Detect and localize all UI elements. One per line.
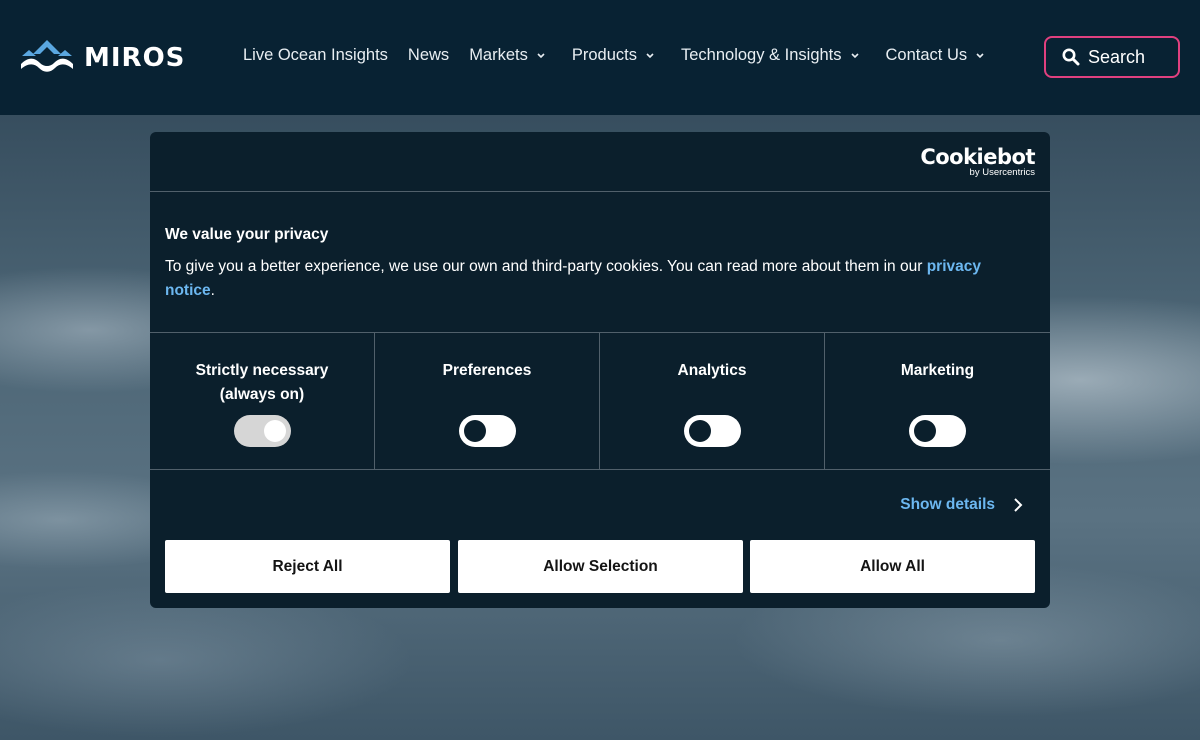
logo-text: MIROS	[84, 43, 186, 73]
toggle-knob	[264, 420, 286, 442]
chevron-right-icon	[1014, 498, 1023, 512]
chevron-down-icon	[537, 52, 545, 58]
category-analytics: Analytics	[600, 333, 825, 469]
nav-item-label: Contact Us	[885, 46, 968, 64]
toggle-knob	[914, 420, 936, 442]
category-marketing: Marketing	[825, 333, 1050, 469]
toggle-analytics[interactable]	[684, 415, 741, 447]
nav-item-label: Products	[571, 46, 637, 64]
category-preferences: Preferences	[375, 333, 600, 469]
nav-item-live-ocean-insights[interactable]: Live Ocean Insights	[243, 46, 388, 65]
cookie-categories: Strictly necessary (always on) Preferenc…	[150, 333, 1050, 470]
site-header: MIROS Live Ocean Insights News Markets P…	[0, 0, 1200, 115]
chevron-down-icon	[646, 52, 654, 58]
nav-item-label: Technology & Insights	[681, 46, 842, 64]
category-label: Marketing	[900, 362, 975, 379]
search-label: Search	[1088, 46, 1146, 67]
category-sublabel: (always on)	[219, 386, 305, 403]
nav-item-label: Live Ocean Insights	[243, 46, 388, 64]
show-details-link[interactable]: Show details	[900, 496, 1023, 514]
allow-selection-button[interactable]: Allow Selection	[458, 540, 743, 593]
toggle-preferences[interactable]	[459, 415, 516, 447]
cookie-consent-dialog: Cookiebot by Usercentrics We value your …	[150, 132, 1050, 608]
search-button[interactable]: Search	[1044, 36, 1180, 78]
dialog-description: To give you a better experience, we use …	[165, 255, 1035, 303]
toggle-knob	[464, 420, 486, 442]
cookiebot-brand: Cookiebot	[920, 145, 1035, 169]
toggle-marketing[interactable]	[909, 415, 966, 447]
details-row: Show details	[150, 469, 1050, 539]
category-label: Preferences	[442, 362, 532, 379]
show-details-label: Show details	[900, 496, 995, 513]
chevron-down-icon	[850, 52, 859, 58]
cookiebot-byline: by Usercentrics	[969, 167, 1035, 178]
dialog-title: We value your privacy	[165, 226, 329, 243]
toggle-knob	[689, 420, 711, 442]
description-text: To give you a better experience, we use …	[165, 258, 927, 275]
miros-logo-icon	[21, 40, 73, 72]
nav-item-contact-us[interactable]: Contact Us	[886, 46, 986, 65]
dialog-body: We value your privacy To give you a bett…	[150, 192, 1050, 333]
description-end: .	[210, 282, 215, 299]
cookiebot-logo: Cookiebot by Usercentrics	[920, 146, 1035, 178]
chevron-down-icon	[976, 52, 984, 58]
main-nav: Live Ocean Insights News Markets Product…	[243, 46, 985, 65]
nav-item-technology-insights[interactable]: Technology & Insights	[681, 46, 860, 65]
nav-item-label: News	[407, 46, 450, 64]
reject-all-button[interactable]: Reject All	[165, 540, 450, 593]
dialog-header: Cookiebot by Usercentrics	[150, 132, 1050, 192]
category-label: Strictly necessary	[195, 362, 329, 379]
nav-item-markets[interactable]: Markets	[469, 46, 546, 65]
toggle-strictly-necessary	[234, 415, 291, 447]
nav-item-news[interactable]: News	[408, 46, 449, 65]
category-label: Analytics	[677, 362, 747, 379]
nav-item-products[interactable]: Products	[572, 46, 655, 65]
search-icon	[1062, 48, 1080, 66]
category-strictly-necessary: Strictly necessary (always on)	[150, 333, 375, 469]
allow-all-button[interactable]: Allow All	[750, 540, 1035, 593]
nav-item-label: Markets	[469, 46, 528, 64]
site-logo[interactable]: MIROS	[20, 38, 185, 78]
